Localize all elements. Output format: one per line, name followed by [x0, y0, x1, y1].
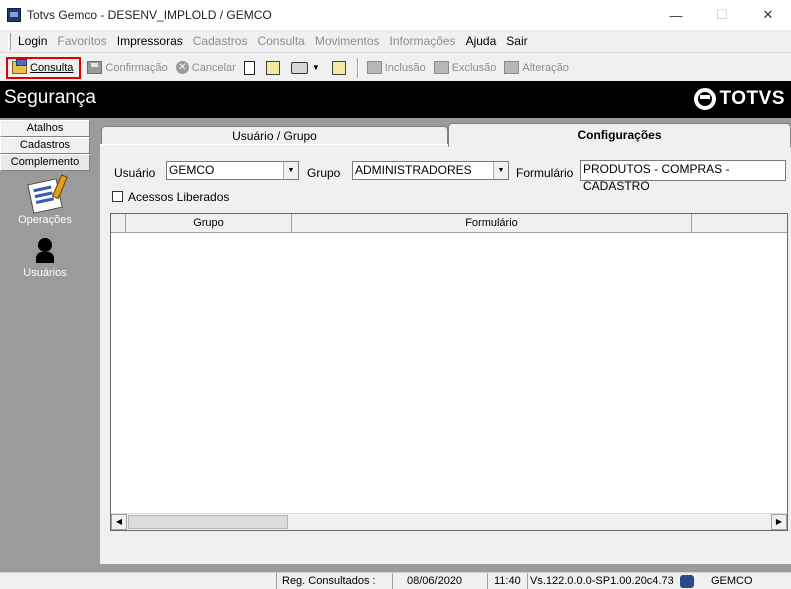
new-page-icon: [243, 60, 255, 75]
grupo-value: ADMINISTRADORES: [355, 163, 472, 177]
consulta-button[interactable]: Consulta: [6, 56, 82, 79]
exclusao-label: Exclusão: [451, 61, 497, 74]
menu-bar: Login Favoritos Impressoras Cadastros Co…: [0, 30, 791, 53]
user-status-icon: [680, 575, 694, 588]
status-time: 11:40: [487, 573, 527, 589]
tab-user-group[interactable]: Usuário / Grupo: [101, 126, 448, 146]
menu-impressoras[interactable]: Impressoras: [113, 34, 189, 48]
sidebar-tab-complemento[interactable]: Complemento: [0, 154, 90, 171]
confirmacao-label: Confirmação: [105, 61, 168, 74]
close-button[interactable]: ✕: [745, 0, 791, 30]
status-bar: Reg. Consultados : 61 08/06/2020 11:40 V…: [0, 572, 791, 589]
grid-header: Grupo Formulário: [111, 214, 787, 233]
operations-icon: [27, 178, 63, 214]
chevron-down-icon[interactable]: ▼: [493, 162, 508, 179]
inclusao-label: Inclusão: [384, 61, 426, 74]
print-dropdown-icon[interactable]: ▼: [312, 63, 320, 72]
chevron-down-icon[interactable]: ▼: [283, 162, 298, 179]
search-button[interactable]: [328, 57, 353, 79]
scroll-right-icon[interactable]: ▶: [771, 514, 787, 530]
search-icon: [331, 60, 346, 75]
tab-configuracoes[interactable]: Configurações: [448, 123, 791, 147]
grid-header-indicator: [111, 214, 126, 232]
module-header: Segurança TOTVS: [0, 81, 791, 118]
copy-icon: [265, 60, 280, 75]
inclusao-button[interactable]: Inclusão: [363, 57, 430, 79]
window-title: Totvs Gemco - DESENV_IMPLOLD / GEMCO: [27, 8, 272, 22]
confirmacao-button[interactable]: Confirmação: [83, 57, 171, 79]
usuario-value: GEMCO: [169, 163, 215, 177]
menu-favoritos[interactable]: Favoritos: [53, 34, 112, 48]
consulta-label: Consulta: [30, 61, 74, 74]
operacoes-label: Operações: [18, 214, 72, 226]
scroll-left-icon[interactable]: ◀: [111, 514, 127, 530]
menu-sair[interactable]: Sair: [502, 34, 533, 48]
status-records: Reg. Consultados : 61: [276, 573, 388, 589]
menu-consulta[interactable]: Consulta: [253, 34, 310, 48]
edit-record-icon: [504, 61, 520, 74]
status-user: GEMCO: [711, 575, 753, 587]
alteracao-label: Alteração: [522, 61, 569, 74]
usuarios-label: Usuários: [23, 267, 67, 279]
acessos-liberados-label: Acessos Liberados: [128, 190, 230, 204]
cancelar-label: Cancelar: [191, 61, 236, 74]
grupo-label: Grupo: [307, 166, 341, 180]
acessos-liberados-checkbox[interactable]: [112, 191, 123, 202]
printer-icon: [290, 61, 308, 74]
formulario-field[interactable]: PRODUTOS - COMPRAS - CADASTRO: [580, 160, 786, 193]
window-controls: — ☐ ✕: [653, 0, 791, 30]
permissions-grid[interactable]: Grupo Formulário ◀ ▶: [110, 213, 788, 531]
menu-grip: [8, 32, 11, 50]
add-record-icon: [366, 61, 382, 74]
cancelar-button[interactable]: ✕ Cancelar: [172, 57, 240, 79]
status-version: Vs.122.0.0.0-SP1.00.20c4.73: [527, 573, 677, 589]
horizontal-scrollbar[interactable]: ◀ ▶: [111, 513, 787, 530]
scroll-thumb[interactable]: [128, 515, 288, 529]
module-title: Segurança: [4, 87, 96, 108]
app-icon: [7, 8, 21, 22]
alteracao-button[interactable]: Alteração: [500, 57, 572, 79]
delete-record-icon: [433, 61, 449, 74]
exclusao-button[interactable]: Exclusão: [430, 57, 501, 79]
cancel-icon: ✕: [175, 61, 189, 74]
grid-header-extra[interactable]: [692, 214, 787, 232]
menu-cadastros[interactable]: Cadastros: [189, 34, 254, 48]
title-bar: Totvs Gemco - DESENV_IMPLOLD / GEMCO — ☐…: [0, 0, 791, 30]
status-date: 08/06/2020: [392, 573, 482, 589]
save-icon: [87, 61, 103, 74]
sidebar-tab-cadastros[interactable]: Cadastros: [0, 137, 90, 154]
sidebar-tab-atalhos[interactable]: Atalhos: [0, 120, 90, 137]
usuario-combo[interactable]: GEMCO ▼: [166, 161, 299, 180]
menu-login[interactable]: Login: [14, 34, 53, 48]
grid-header-grupo[interactable]: Grupo: [126, 214, 292, 232]
new-page-button[interactable]: [240, 57, 262, 79]
totvs-logo-icon: [693, 88, 716, 110]
sidebar-item-operacoes[interactable]: Operações: [0, 178, 90, 226]
users-icon: [35, 238, 55, 264]
totvs-logo-text: TOTVS: [719, 88, 785, 109]
copy-button[interactable]: [262, 57, 287, 79]
menu-ajuda[interactable]: Ajuda: [462, 34, 503, 48]
toolbar-separator: [356, 57, 359, 78]
sidebar: Atalhos Cadastros Complemento Operações …: [0, 118, 90, 572]
menu-informacoes[interactable]: Informações: [386, 34, 462, 48]
usuario-label: Usuário: [114, 166, 156, 180]
toolbar: Consulta Confirmação ✕ Cancelar ▼ Inclus…: [0, 54, 791, 81]
sidebar-tools: Operações Usuários: [0, 173, 90, 279]
formulario-label: Formulário: [516, 166, 574, 180]
open-folder-icon: [12, 59, 27, 74]
totvs-logo: TOTVS: [693, 88, 786, 110]
sidebar-item-usuarios[interactable]: Usuários: [0, 238, 90, 279]
grid-header-formulario[interactable]: Formulário: [292, 214, 692, 232]
minimize-button[interactable]: —: [653, 0, 699, 30]
menu-movimentos[interactable]: Movimentos: [311, 34, 386, 48]
maximize-button[interactable]: ☐: [699, 0, 745, 30]
grupo-combo[interactable]: ADMINISTRADORES ▼: [352, 161, 509, 180]
print-button[interactable]: ▼: [287, 57, 328, 79]
